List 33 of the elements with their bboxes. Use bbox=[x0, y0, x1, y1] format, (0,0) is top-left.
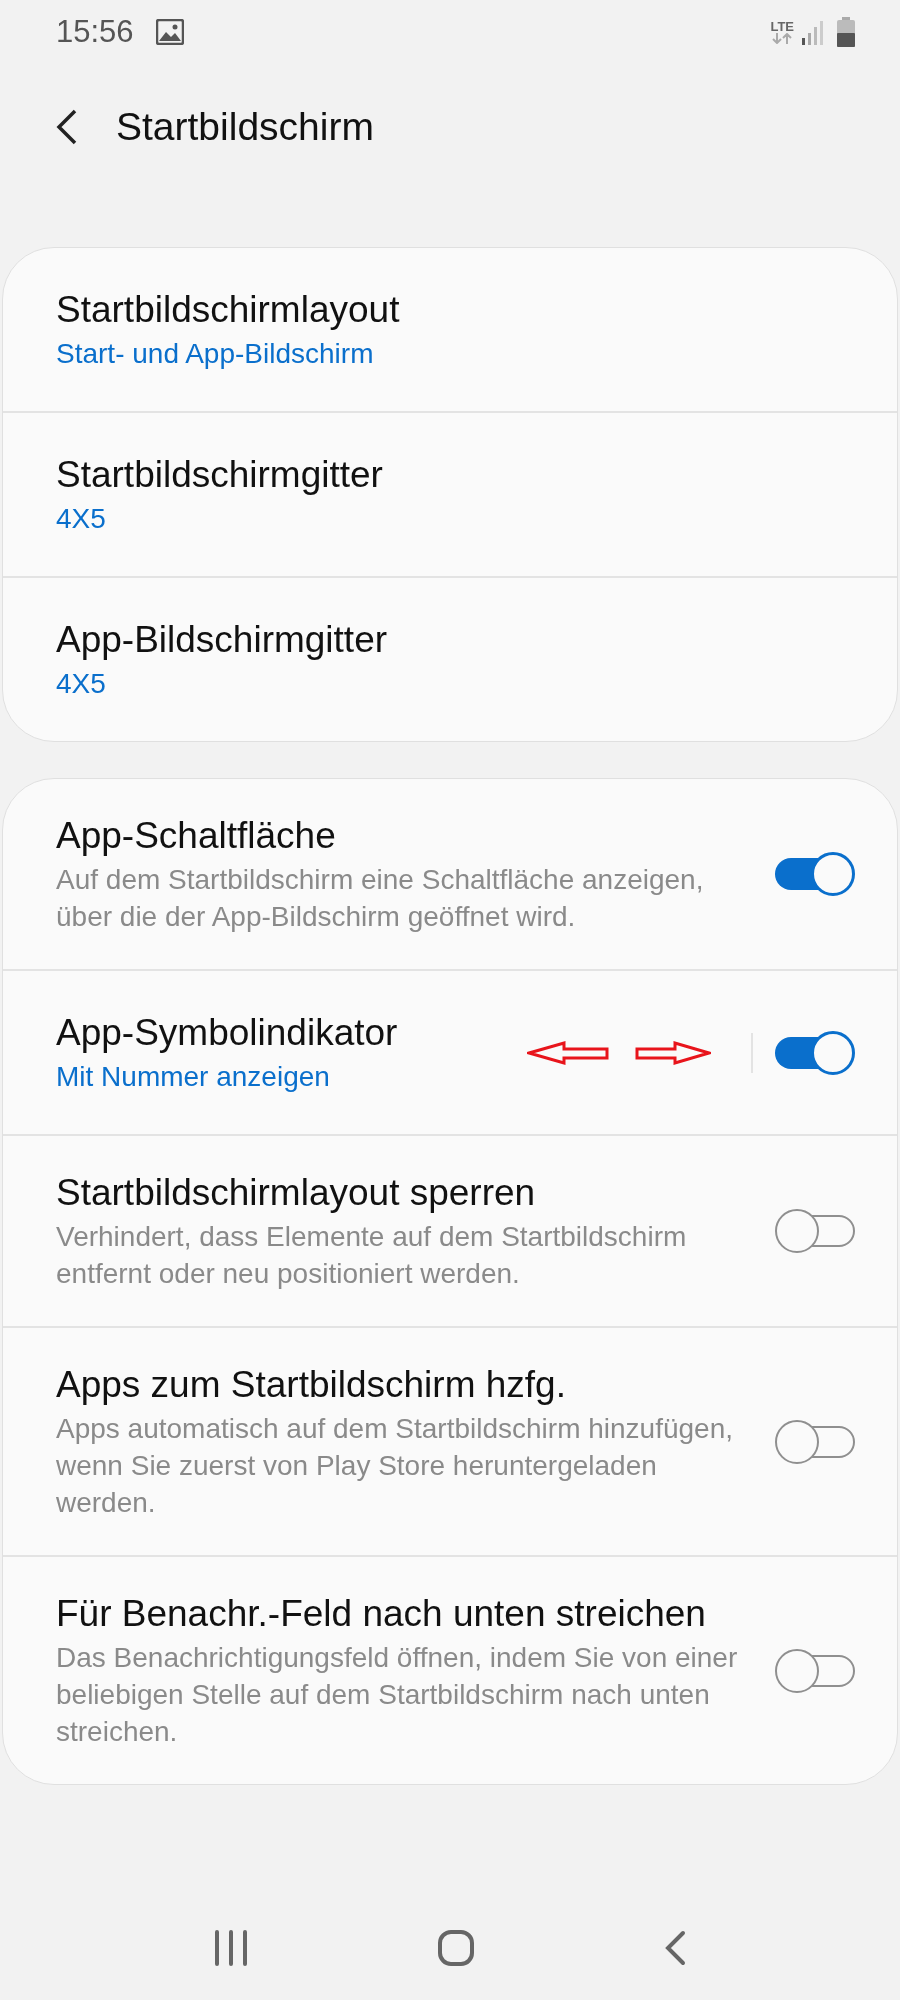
battery-icon bbox=[836, 17, 856, 47]
recent-apps-icon[interactable] bbox=[214, 1929, 249, 1966]
clock: 15:56 bbox=[56, 14, 134, 50]
setting-value: 4X5 bbox=[56, 666, 107, 701]
setting-value: Start- und App-Bildschirm bbox=[56, 336, 375, 371]
setting-title: Startbildschirmlayout bbox=[56, 287, 401, 332]
setting-description: Verhindert, dass Elemente auf dem Startbildschirm entfernt oder neu positioniert werden. bbox=[56, 1220, 688, 1291]
toggle-switch[interactable] bbox=[775, 1419, 855, 1464]
setting-title: Startbildschirmgitter bbox=[56, 452, 384, 497]
setting-title: Startbildschirmlayout sperren bbox=[56, 1171, 537, 1215]
home-icon[interactable] bbox=[437, 1928, 475, 1967]
data-arrows-icon bbox=[772, 33, 793, 44]
setting-value: 4X5 bbox=[56, 501, 107, 536]
left-arrow-icon bbox=[527, 1040, 609, 1065]
toggle-switch[interactable] bbox=[775, 1648, 855, 1693]
setting-title: Apps zum Startbildschirm hzfg. bbox=[56, 1363, 567, 1407]
toggle-switch[interactable] bbox=[775, 1209, 855, 1253]
toggle-switch[interactable] bbox=[775, 852, 855, 896]
page-title: Startbildschirm bbox=[116, 105, 374, 149]
toggle-switch[interactable] bbox=[775, 1030, 855, 1075]
setting-description: Apps automatisch auf dem Startbildschirm hinzufügen, wenn Sie zuerst von Play Store heruntergeladen werden. bbox=[56, 1412, 735, 1520]
image-icon bbox=[155, 19, 184, 45]
setting-title: App-Bildschirmgitter bbox=[56, 617, 389, 662]
back-icon[interactable] bbox=[56, 109, 78, 145]
setting-description: Auf dem Startbildschirm eine Schaltfläche anzeigen, über die der App-Bildschirm geöffnet wird. bbox=[56, 863, 705, 934]
setting-title: App-Schaltfläche bbox=[56, 814, 337, 858]
setting-value: Mit Nummer anzeigen bbox=[56, 1059, 331, 1094]
setting-title: Für Benachr.-Feld nach unten streichen bbox=[56, 1592, 707, 1636]
network-type: LTE bbox=[770, 20, 794, 33]
setting-description: Das Benachrichtigungsfeld öffnen, indem Sie von einer beliebigen Stelle auf dem Startbildschirm nach unten streichen. bbox=[56, 1641, 739, 1749]
signal-icon bbox=[802, 19, 826, 45]
setting-title: App-Symbolindikator bbox=[56, 1010, 399, 1055]
right-arrow-icon bbox=[635, 1040, 711, 1065]
